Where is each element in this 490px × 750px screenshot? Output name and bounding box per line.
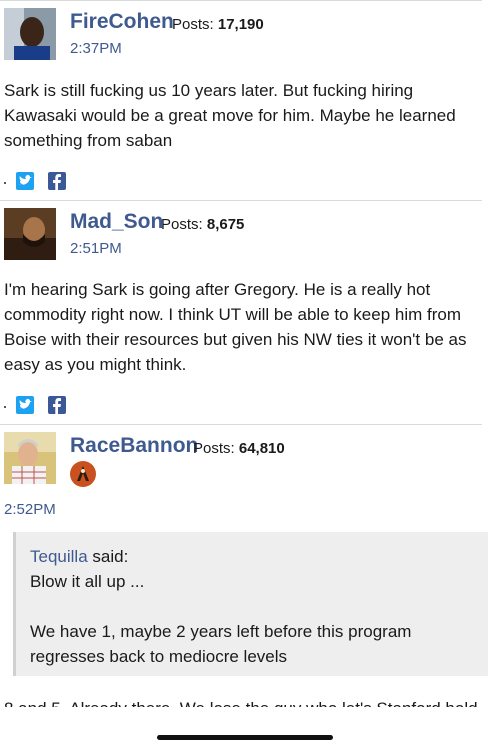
post-mad-son: Mad_Son Posts: 8,675 2:51PM I'm hearing … [0, 200, 490, 424]
post-divider [0, 424, 482, 425]
post-count: Posts: 8,675 [161, 216, 245, 233]
timestamp[interactable]: 2:52PM [4, 501, 56, 518]
post-body: Sark is still fucking us 10 years later.… [4, 81, 456, 150]
quote-line [30, 594, 411, 619]
post-count: Posts: 17,190 [172, 16, 264, 33]
share-bar [4, 172, 74, 190]
twitter-icon[interactable] [16, 396, 34, 414]
avatar[interactable] [4, 8, 56, 60]
username[interactable]: FireCohen [70, 10, 174, 34]
twitter-icon[interactable] [16, 172, 34, 190]
user-badge-icon [69, 460, 97, 488]
quote-author[interactable]: Tequilla [30, 547, 88, 566]
post-racebannon: RaceBannon Posts: 64,810 2:52PM Tequilla… [0, 424, 490, 750]
timestamp[interactable]: 2:37PM [70, 40, 122, 57]
quote-block: Tequilla said: Blow it all up ... We hav… [13, 532, 488, 676]
quote-line: We have 1, maybe 2 years left before thi… [30, 622, 412, 641]
avatar[interactable] [4, 208, 56, 260]
quote-line: Blow it all up ... [30, 572, 145, 591]
post-divider [0, 200, 482, 201]
post-body: I'm hearing Sark is going after Gregory.… [4, 280, 467, 374]
facebook-icon[interactable] [48, 396, 66, 414]
post-firecohen: FireCohen Posts: 17,190 2:37PM Sark is s… [0, 0, 490, 200]
username[interactable]: Mad_Son [70, 210, 163, 234]
post-count: Posts: 64,810 [193, 440, 285, 457]
quote-header: Tequilla said: [30, 547, 129, 566]
post-divider [0, 0, 482, 1]
avatar[interactable] [4, 432, 56, 484]
post-body-cutoff: 8 and 5. Already there. We lose the guy … [4, 696, 486, 707]
username[interactable]: RaceBannon [70, 434, 198, 458]
quote-line: regresses back to mediocre levels [30, 647, 288, 666]
facebook-icon[interactable] [48, 172, 66, 190]
timestamp[interactable]: 2:51PM [70, 240, 122, 257]
home-indicator[interactable] [157, 735, 333, 740]
share-bar [4, 396, 74, 414]
